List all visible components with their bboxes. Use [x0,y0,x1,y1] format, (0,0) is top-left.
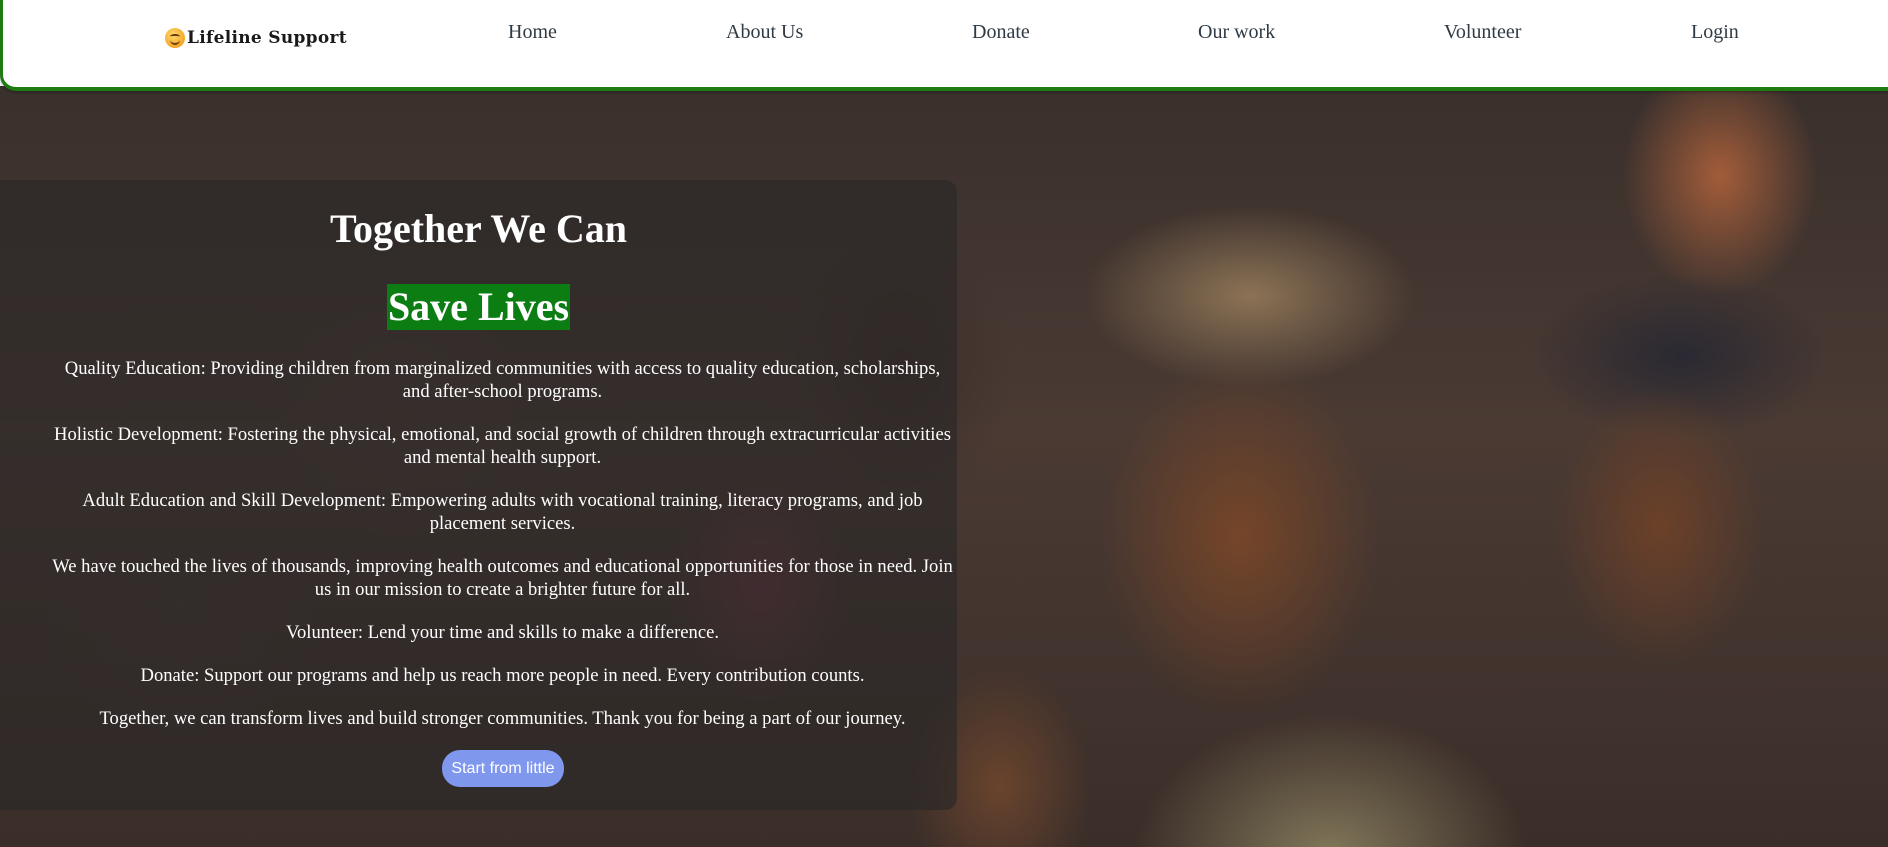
nav-about-link[interactable]: About Us [726,21,803,44]
paragraph-thank-you: Together, we can transform lives and bui… [99,708,906,729]
hero-highlight-row: Save Lives [0,284,957,330]
nav-our-work-link[interactable]: Our work [1198,21,1275,44]
paragraph-impact: We have touched the lives of thousands, … [52,556,953,600]
paragraph-quality-education: Quality Education: Providing children fr… [64,358,941,402]
hero-highlight: Save Lives [386,284,571,330]
hero-content-card: Together We Can Save Lives Quality Educa… [0,180,957,810]
brand-logo[interactable]: Lifeline Support [165,24,347,52]
nav-donate-link[interactable]: Donate [972,21,1030,44]
paragraph-donate: Donate: Support our programs and help us… [140,665,865,686]
start-from-little-button[interactable]: Start from little [442,750,564,787]
top-navbar: Lifeline Support Home About Us Donate Ou… [0,0,1888,91]
paragraph-holistic-development: Holistic Development: Fostering the phys… [54,424,951,468]
nav-login-link[interactable]: Login [1691,21,1739,44]
nav-volunteer-link[interactable]: Volunteer [1444,21,1521,44]
nav-home-link[interactable]: Home [508,21,557,44]
paragraph-volunteer: Volunteer: Lend your time and skills to … [285,622,720,643]
smiling-face-icon [165,28,185,48]
brand-name: Lifeline Support [187,28,347,48]
hero-title: Together We Can [329,206,628,251]
paragraph-adult-education: Adult Education and Skill Development: E… [82,490,923,534]
